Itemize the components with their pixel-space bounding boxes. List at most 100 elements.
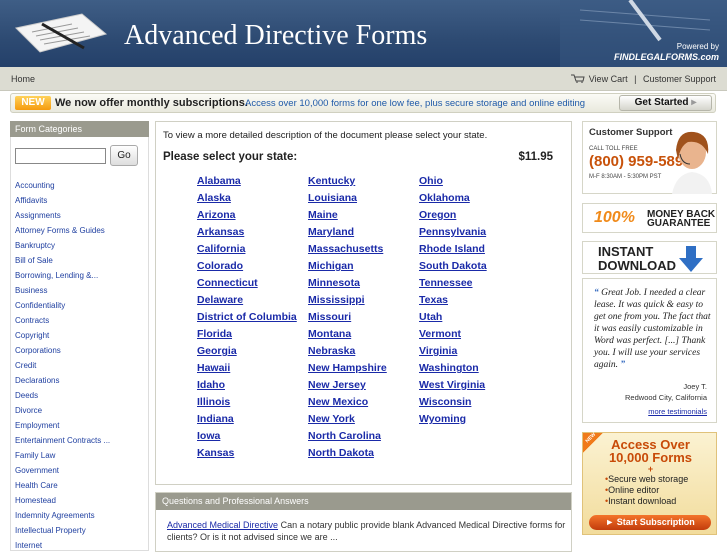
- category-link[interactable]: Health Care: [15, 478, 110, 493]
- states-column-2: Kentucky Louisiana Maine Maryland Massachuse…: [308, 173, 387, 462]
- state-link[interactable]: Ohio: [419, 173, 487, 190]
- state-link[interactable]: Minnesota: [308, 275, 387, 292]
- state-link[interactable]: Texas: [419, 292, 487, 309]
- state-link[interactable]: North Dakota: [308, 445, 387, 462]
- state-link[interactable]: Iowa: [197, 428, 297, 445]
- category-link[interactable]: Family Law: [15, 448, 110, 463]
- category-link[interactable]: Bankruptcy: [15, 238, 110, 253]
- state-link[interactable]: Colorado: [197, 258, 297, 275]
- state-link[interactable]: Maine: [308, 207, 387, 224]
- category-link[interactable]: Bill of Sale: [15, 253, 110, 268]
- state-link[interactable]: New Jersey: [308, 377, 387, 394]
- state-link[interactable]: Wyoming: [419, 411, 487, 428]
- qa-link[interactable]: Advanced Medical Directive: [167, 520, 278, 530]
- category-link[interactable]: Government: [15, 463, 110, 478]
- state-link[interactable]: Idaho: [197, 377, 297, 394]
- state-link[interactable]: Virginia: [419, 343, 487, 360]
- state-link[interactable]: Nebraska: [308, 343, 387, 360]
- state-link[interactable]: Rhode Island: [419, 241, 487, 258]
- state-link[interactable]: Louisiana: [308, 190, 387, 207]
- promo-subtext[interactable]: Access over 10,000 forms for one low fee…: [245, 98, 585, 109]
- state-link[interactable]: Kansas: [197, 445, 297, 462]
- download-arrow-icon: [679, 246, 703, 272]
- site-header: Advanced Directive Forms Powered by FIND…: [0, 0, 727, 67]
- category-link[interactable]: Contracts: [15, 313, 110, 328]
- powered-by: Powered by FINDLEGALFORMS.com: [614, 42, 719, 62]
- category-link[interactable]: Deeds: [15, 388, 110, 403]
- category-list: Accounting Affidavits Assignments Attorney …: [15, 178, 110, 553]
- state-link[interactable]: Massachusetts: [308, 241, 387, 258]
- category-link[interactable]: Divorce: [15, 403, 110, 418]
- more-testimonials-link[interactable]: more testimonials: [648, 407, 707, 416]
- state-link[interactable]: New Hampshire: [308, 360, 387, 377]
- category-link[interactable]: Credit: [15, 358, 110, 373]
- category-link[interactable]: Internet: [15, 538, 110, 553]
- state-link[interactable]: New Mexico: [308, 394, 387, 411]
- state-link[interactable]: Utah: [419, 309, 487, 326]
- state-link[interactable]: Alabama: [197, 173, 297, 190]
- feature-list: Secure web storage Online editor Instant…: [605, 474, 688, 507]
- state-link[interactable]: Oklahoma: [419, 190, 487, 207]
- category-link[interactable]: Declarations: [15, 373, 110, 388]
- home-link[interactable]: Home: [11, 74, 35, 84]
- category-link[interactable]: Confidentiality: [15, 298, 110, 313]
- state-link[interactable]: Indiana: [197, 411, 297, 428]
- state-link[interactable]: Delaware: [197, 292, 297, 309]
- start-subscription-button[interactable]: ► Start Subscription: [589, 515, 711, 530]
- state-link[interactable]: Montana: [308, 326, 387, 343]
- category-link[interactable]: Homestead: [15, 493, 110, 508]
- state-link[interactable]: Oregon: [419, 207, 487, 224]
- state-link[interactable]: Alaska: [197, 190, 297, 207]
- state-link[interactable]: Arkansas: [197, 224, 297, 241]
- state-link[interactable]: Arizona: [197, 207, 297, 224]
- state-link[interactable]: Tennessee: [419, 275, 487, 292]
- customer-support-link[interactable]: Customer Support: [643, 74, 716, 84]
- state-link[interactable]: Kentucky: [308, 173, 387, 190]
- search-input[interactable]: [15, 148, 106, 164]
- state-link[interactable]: Illinois: [197, 394, 297, 411]
- state-link[interactable]: Florida: [197, 326, 297, 343]
- instant-line1: INSTANT: [598, 244, 654, 259]
- state-link[interactable]: Maryland: [308, 224, 387, 241]
- new-badge: NEW: [15, 96, 51, 110]
- state-link[interactable]: South Dakota: [419, 258, 487, 275]
- state-link[interactable]: Georgia: [197, 343, 297, 360]
- view-cart-link[interactable]: View Cart: [589, 74, 628, 84]
- state-link[interactable]: Mississippi: [308, 292, 387, 309]
- customer-support-box: Customer Support CALL TOLL FREE (800) 95…: [582, 121, 717, 194]
- access-line2: 10,000 Forms: [608, 450, 693, 465]
- category-link[interactable]: Business: [15, 283, 110, 298]
- category-link[interactable]: Employment: [15, 418, 110, 433]
- state-link[interactable]: Wisconsin: [419, 394, 487, 411]
- state-link[interactable]: California: [197, 241, 297, 258]
- category-link[interactable]: Copyright: [15, 328, 110, 343]
- get-started-button[interactable]: Get Started ▸: [619, 95, 712, 111]
- category-link[interactable]: Borrowing, Lending &...: [15, 268, 110, 283]
- category-link[interactable]: Affidavits: [15, 193, 110, 208]
- state-link[interactable]: West Virginia: [419, 377, 487, 394]
- testimonial-text: Great Job. I needed a clear lease. It wa…: [594, 288, 711, 370]
- state-link[interactable]: Michigan: [308, 258, 387, 275]
- category-link[interactable]: Attorney Forms & Guides: [15, 223, 110, 238]
- state-link[interactable]: Pennsylvania: [419, 224, 487, 241]
- state-link[interactable]: Missouri: [308, 309, 387, 326]
- go-button[interactable]: Go: [110, 145, 138, 166]
- close-quote-icon: ”: [620, 360, 626, 370]
- category-link[interactable]: Assignments: [15, 208, 110, 223]
- category-link[interactable]: Intellectual Property: [15, 523, 110, 538]
- state-link[interactable]: Vermont: [419, 326, 487, 343]
- state-link[interactable]: North Carolina: [308, 428, 387, 445]
- state-link[interactable]: Connecticut: [197, 275, 297, 292]
- category-link[interactable]: Accounting: [15, 178, 110, 193]
- category-link[interactable]: Indemnity Agreements: [15, 508, 110, 523]
- powered-brand[interactable]: FINDLEGALFORMS.com: [614, 52, 719, 62]
- state-link[interactable]: Washington: [419, 360, 487, 377]
- state-link[interactable]: New York: [308, 411, 387, 428]
- category-link[interactable]: Corporations: [15, 343, 110, 358]
- state-link[interactable]: District of Columbia: [197, 309, 297, 326]
- cart-icon[interactable]: [570, 74, 585, 83]
- powered-by-label: Powered by: [676, 42, 719, 51]
- category-link[interactable]: Entertainment Contracts ...: [15, 433, 110, 448]
- subscription-box: NEW Access Over10,000 Forms + Secure web…: [582, 432, 717, 535]
- state-link[interactable]: Hawaii: [197, 360, 297, 377]
